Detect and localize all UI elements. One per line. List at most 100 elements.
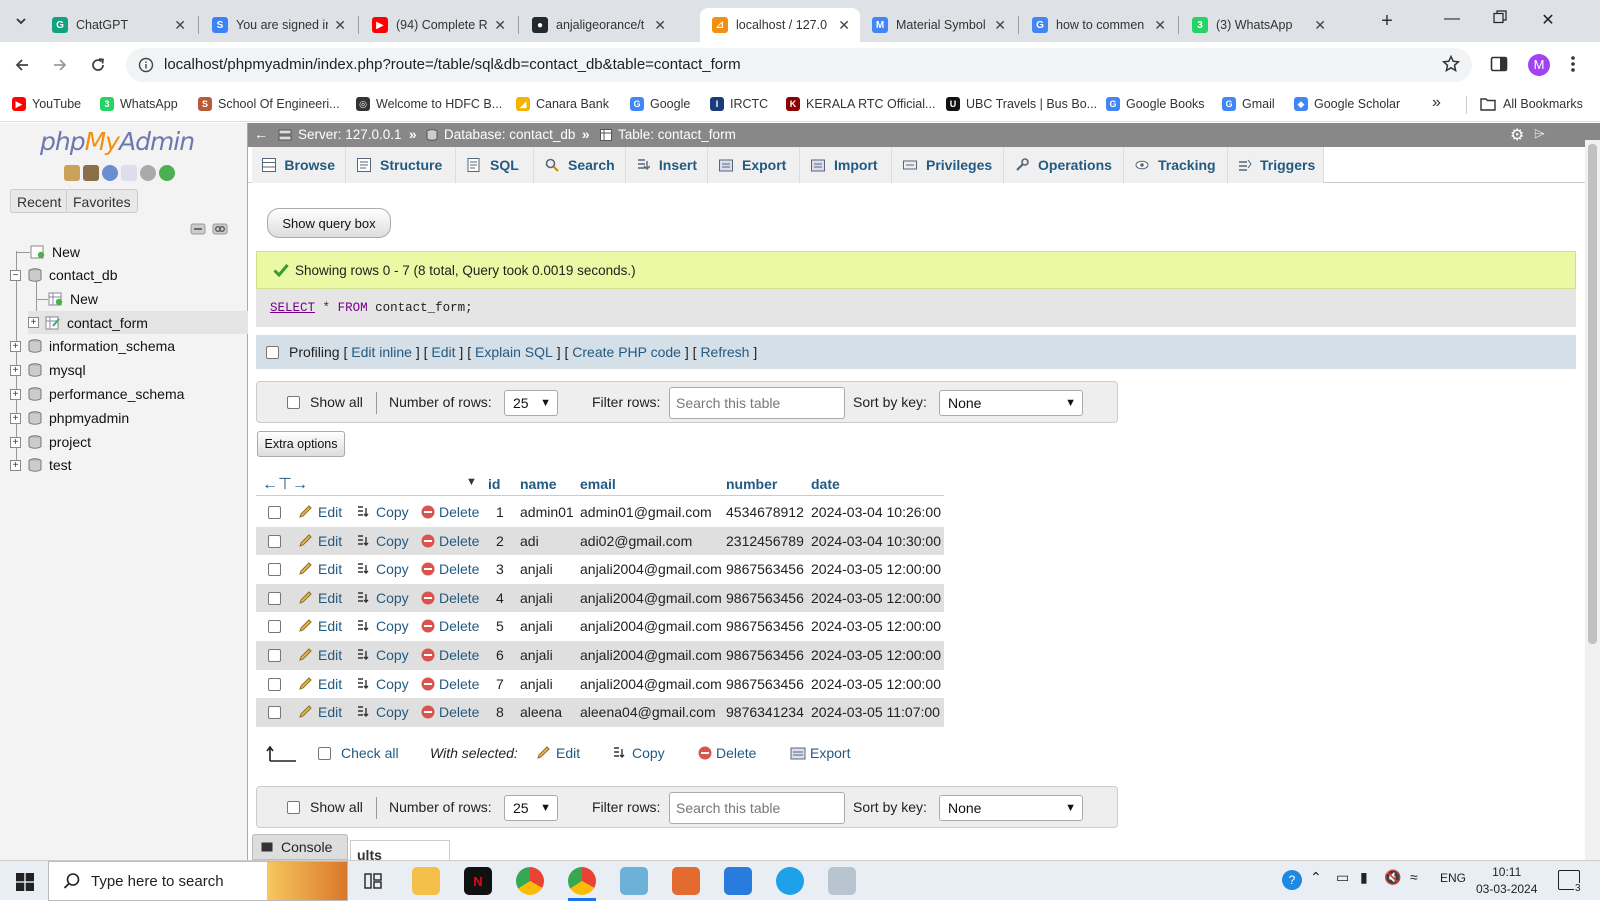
cell-date[interactable]: 2024-03-05 12:00:00 — [811, 618, 941, 634]
bookmark-item[interactable]: ◎ Welcome to HDFC B... — [356, 97, 502, 111]
create-php-code-link[interactable]: Create PHP code — [572, 344, 681, 360]
recent-tab[interactable]: Recent — [10, 189, 69, 213]
reload-nav-icon[interactable] — [159, 165, 175, 181]
cell-id[interactable]: 5 — [496, 618, 504, 634]
show-query-box-button[interactable]: Show query box — [267, 208, 391, 238]
cell-name[interactable]: anjali — [520, 561, 553, 577]
column-resize-icon[interactable]: ←⊤→ — [262, 474, 308, 494]
browser-tab[interactable]: ⊿ localhost / 127.0 ✕ — [700, 8, 860, 42]
row-copy-button[interactable]: Copy — [356, 533, 409, 549]
cell-email[interactable]: anjali2004@gmail.com — [580, 618, 722, 634]
tree-db-contact_db[interactable]: − contact_db — [10, 264, 118, 286]
expand-toggle[interactable]: + — [28, 317, 39, 328]
app-icon[interactable] — [620, 867, 648, 895]
tab-tracking[interactable]: Tracking — [1124, 147, 1228, 183]
system-clock[interactable]: 10:11 03-03-2024 — [1476, 864, 1537, 898]
tree-new-database[interactable]: New — [16, 241, 80, 263]
row-copy-button[interactable]: Copy — [356, 704, 409, 720]
cell-name[interactable]: anjali — [520, 618, 553, 634]
refresh-link[interactable]: Refresh — [700, 344, 749, 360]
file-explorer-icon[interactable] — [412, 867, 440, 895]
cell-date[interactable]: 2024-03-05 12:00:00 — [811, 676, 941, 692]
tree-db-information_schema[interactable]: + information_schema — [10, 335, 175, 357]
row-copy-button[interactable]: Copy — [356, 504, 409, 520]
phpmyadmin-logo[interactable]: phpMyAdmin — [40, 127, 195, 156]
restore-button[interactable] — [1490, 10, 1510, 24]
cell-number[interactable]: 9867563456 — [726, 590, 804, 606]
row-checkbox[interactable] — [268, 706, 281, 720]
devices-icon[interactable]: ▭ — [1336, 869, 1349, 886]
edge-icon[interactable] — [776, 867, 804, 895]
cell-name[interactable]: anjali — [520, 676, 553, 692]
row-checkbox[interactable] — [268, 620, 281, 634]
tab-search[interactable]: Search — [534, 147, 626, 183]
vscode-icon[interactable] — [724, 867, 752, 895]
cell-number[interactable]: 9867563456 — [726, 561, 804, 577]
row-delete-button[interactable]: Delete — [421, 504, 479, 520]
browser-tab[interactable]: G ChatGPT ✕ — [40, 8, 196, 42]
browser-tab[interactable]: Ghow to commen ✕ — [1020, 8, 1176, 42]
collapse-toggle[interactable]: − — [10, 269, 21, 281]
column-header-email[interactable]: email — [580, 476, 616, 492]
row-checkbox[interactable] — [268, 563, 281, 577]
taskbar-search-box[interactable]: Type here to search — [48, 861, 348, 901]
chrome-profile-icon[interactable] — [568, 867, 596, 895]
row-copy-button[interactable]: Copy — [356, 590, 409, 606]
bookmark-item[interactable]: K KERALA RTC Official... — [786, 97, 935, 111]
cell-email[interactable]: adi02@gmail.com — [580, 533, 692, 549]
cell-date[interactable]: 2024-03-04 10:30:00 — [811, 533, 941, 549]
tab-privileges[interactable]: Privileges — [892, 147, 1004, 183]
show-all-checkbox[interactable] — [287, 395, 300, 409]
row-delete-button[interactable]: Delete — [421, 618, 479, 634]
check-all-toggle[interactable]: Check all — [318, 745, 399, 761]
new-tab-button[interactable]: + — [1376, 10, 1398, 32]
row-edit-button[interactable]: Edit — [298, 561, 342, 577]
row-edit-button[interactable]: Edit — [298, 533, 342, 549]
scrollbar-thumb[interactable] — [1588, 144, 1597, 644]
console-toggle[interactable]: Console — [252, 834, 348, 860]
cell-name[interactable]: adi — [520, 533, 539, 549]
bookmark-item[interactable]: G Gmail — [1222, 97, 1275, 111]
browser-tab[interactable]: ● anjaligeorance/t ✕ — [520, 8, 676, 42]
reload-button[interactable] — [86, 53, 110, 77]
close-tab-icon[interactable]: ✕ — [1314, 17, 1326, 34]
row-edit-button[interactable]: Edit — [298, 647, 342, 663]
cell-number[interactable]: 4534678912 — [726, 504, 804, 520]
cell-id[interactable]: 8 — [496, 704, 504, 720]
maximize-icon[interactable]: ⌲ — [1534, 125, 1545, 142]
browser-tab[interactable]: 3 (3) WhatsApp ✕ — [1180, 8, 1336, 42]
row-edit-button[interactable]: Edit — [298, 676, 342, 692]
chevron-up-icon[interactable]: ⌃ — [1310, 869, 1322, 886]
tree-table-contact_form[interactable]: + contact_form — [28, 311, 248, 334]
cell-email[interactable]: anjali2004@gmail.com — [580, 676, 722, 692]
cell-name[interactable]: anjali — [520, 647, 553, 663]
home-icon[interactable] — [64, 165, 80, 181]
cell-date[interactable]: 2024-03-05 12:00:00 — [811, 590, 941, 606]
volume-muted-icon[interactable]: 🔇 — [1384, 869, 1401, 886]
close-tab-icon[interactable]: ✕ — [654, 17, 666, 34]
filter-rows-input[interactable]: Search this table — [669, 387, 845, 419]
browser-tab[interactable]: S You are signed in ✕ — [200, 8, 356, 42]
bookmark-item[interactable]: ▶ YouTube — [12, 97, 81, 111]
logout-icon[interactable] — [83, 165, 99, 181]
cell-number[interactable]: 2312456789 — [726, 533, 804, 549]
task-view-icon[interactable] — [364, 872, 382, 890]
tab-sql[interactable]: SQL — [456, 147, 534, 183]
cell-email[interactable]: anjali2004@gmail.com — [580, 590, 722, 606]
sort-by-key-select[interactable]: None ▼ — [939, 390, 1083, 416]
tree-db-phpmyadmin[interactable]: + phpmyadmin — [10, 407, 129, 429]
cell-email[interactable]: aleena04@gmail.com — [580, 704, 716, 720]
tab-search-button[interactable] — [8, 8, 34, 34]
back-button[interactable] — [10, 53, 34, 77]
xampp-icon[interactable] — [672, 867, 700, 895]
cell-email[interactable]: anjali2004@gmail.com — [580, 561, 722, 577]
cell-id[interactable]: 1 — [496, 504, 504, 520]
favorites-tab[interactable]: Favorites — [66, 189, 138, 213]
battery-icon[interactable]: ▮ — [1360, 869, 1368, 886]
docs-icon[interactable] — [121, 165, 137, 181]
cell-name[interactable]: aleena — [520, 704, 562, 720]
row-copy-button[interactable]: Copy — [356, 676, 409, 692]
row-checkbox[interactable] — [268, 534, 281, 548]
bookmark-item[interactable]: S School Of Engineeri... — [198, 97, 340, 111]
more-bookmarks-button[interactable]: » — [1432, 94, 1441, 112]
